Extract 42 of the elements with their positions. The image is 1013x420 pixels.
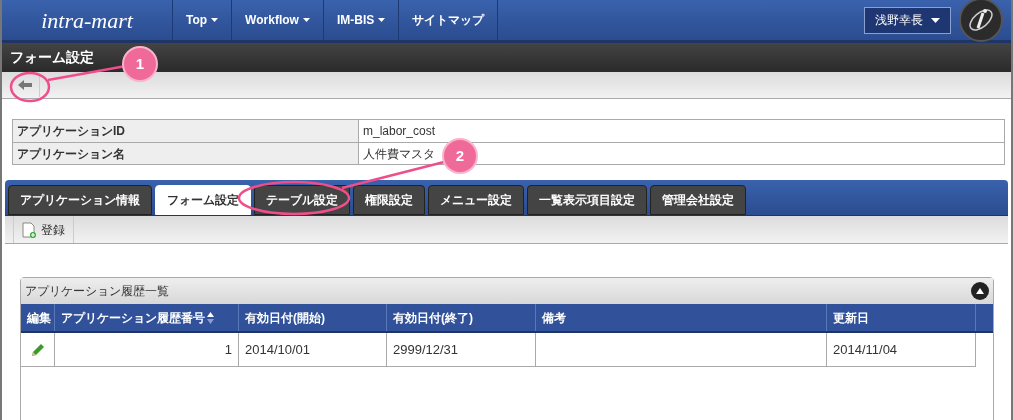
- tab[interactable]: アプリケーション情報: [8, 185, 152, 215]
- panel-title: アプリケーション履歴一覧: [25, 283, 169, 300]
- column-header[interactable]: 編集: [21, 304, 55, 331]
- collapse-button[interactable]: [971, 282, 989, 300]
- caret-icon: [378, 18, 386, 22]
- nav-menu-item[interactable]: Top: [172, 0, 232, 40]
- callout-marker: 2: [442, 138, 478, 174]
- caret-icon: [931, 17, 940, 23]
- avatar-icon: [959, 0, 1003, 42]
- caret-icon: [302, 18, 310, 22]
- field-value: 人件費マスタ: [363, 145, 435, 163]
- field-label: アプリケーション名: [13, 143, 359, 164]
- highlight-ring: [9, 71, 51, 103]
- field-label: アプリケーションID: [13, 120, 359, 142]
- logo: intra-mart: [41, 6, 133, 35]
- nav-menu-item[interactable]: サイトマップ: [398, 0, 498, 40]
- nav-menu-item[interactable]: IM-BIS: [322, 0, 399, 40]
- table-cell: 2014/10/01: [239, 333, 387, 366]
- sort-icon: [207, 311, 214, 324]
- add-document-icon: [22, 221, 36, 238]
- column-header[interactable]: 有効日付(終了): [387, 304, 536, 331]
- tab[interactable]: フォーム設定: [155, 185, 251, 215]
- pencil-icon[interactable]: [29, 341, 46, 358]
- table-cell: 2999/12/31: [387, 333, 536, 366]
- page-title: フォーム設定: [10, 48, 94, 67]
- table-cell: 1: [55, 333, 239, 366]
- tab[interactable]: 管理会社設定: [650, 185, 746, 215]
- column-header[interactable]: 更新日: [827, 304, 976, 331]
- register-button[interactable]: 登録: [13, 216, 74, 243]
- tab[interactable]: 権限設定: [353, 185, 425, 215]
- field-value: m_labor_cost: [363, 123, 436, 140]
- up-triangle-icon: [976, 288, 984, 294]
- tab[interactable]: メニュー設定: [428, 185, 524, 215]
- column-header[interactable]: アプリケーション履歴番号: [55, 304, 239, 331]
- tab[interactable]: 一覧表示項目設定: [527, 185, 647, 215]
- left-arrow-icon: [17, 80, 32, 90]
- column-header[interactable]: 有効日付(開始): [239, 304, 387, 331]
- column-header[interactable]: 備考: [536, 304, 827, 331]
- table-cell: 2014/11/04: [827, 333, 976, 366]
- user-menu[interactable]: 浅野幸長: [864, 6, 951, 34]
- nav-menu-item[interactable]: Workflow: [231, 0, 323, 40]
- caret-icon: [211, 18, 219, 22]
